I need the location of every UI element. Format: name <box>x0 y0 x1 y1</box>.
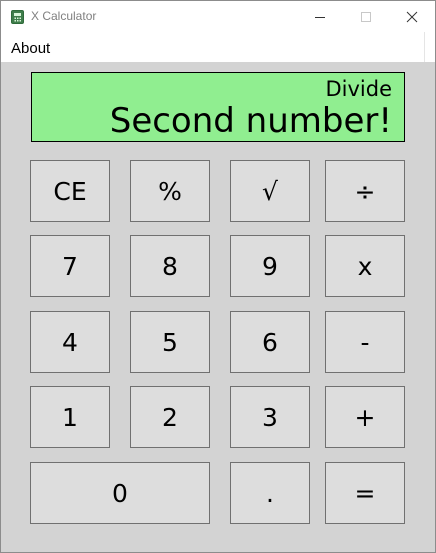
minimize-button[interactable] <box>297 1 343 32</box>
digit-4-button[interactable]: 4 <box>30 311 110 373</box>
multiply-button[interactable]: x <box>325 235 405 297</box>
calculator-window: X Calculator About Divide Second number! <box>0 0 436 553</box>
digit-3-button[interactable]: 3 <box>230 386 310 448</box>
close-button[interactable] <box>389 1 435 32</box>
digit-5-button[interactable]: 5 <box>130 311 210 373</box>
digit-7-button[interactable]: 7 <box>30 235 110 297</box>
percent-button[interactable]: % <box>130 160 210 222</box>
digit-0-button[interactable]: 0 <box>30 462 210 524</box>
menu-item-about[interactable]: About <box>11 40 50 57</box>
window-title: X Calculator <box>31 9 97 23</box>
menu-bar-edge <box>424 32 435 62</box>
subtract-button[interactable]: - <box>325 311 405 373</box>
calculator-icon <box>11 10 24 24</box>
digit-8-button[interactable]: 8 <box>130 235 210 297</box>
decimal-point-button[interactable]: . <box>230 462 310 524</box>
maximize-icon <box>361 11 371 22</box>
display-value: Second number! <box>109 101 392 141</box>
digit-6-button[interactable]: 6 <box>230 311 310 373</box>
clear-entry-button[interactable]: CE <box>30 160 110 222</box>
display-operation: Divide <box>325 77 392 101</box>
digit-9-button[interactable]: 9 <box>230 235 310 297</box>
display-panel: Divide Second number! <box>31 72 405 142</box>
minimize-icon <box>315 16 325 18</box>
calculator-body: Divide Second number! CE % √ ÷ 7 8 9 x 4… <box>1 62 435 552</box>
title-bar[interactable]: X Calculator <box>1 1 435 32</box>
digit-1-button[interactable]: 1 <box>30 386 110 448</box>
digit-2-button[interactable]: 2 <box>130 386 210 448</box>
square-root-button[interactable]: √ <box>230 160 310 222</box>
equals-button[interactable]: = <box>325 462 405 524</box>
maximize-button[interactable] <box>343 1 389 32</box>
divide-button[interactable]: ÷ <box>325 160 405 222</box>
close-icon <box>406 11 418 22</box>
add-button[interactable]: + <box>325 386 405 448</box>
menu-bar: About <box>1 32 435 62</box>
